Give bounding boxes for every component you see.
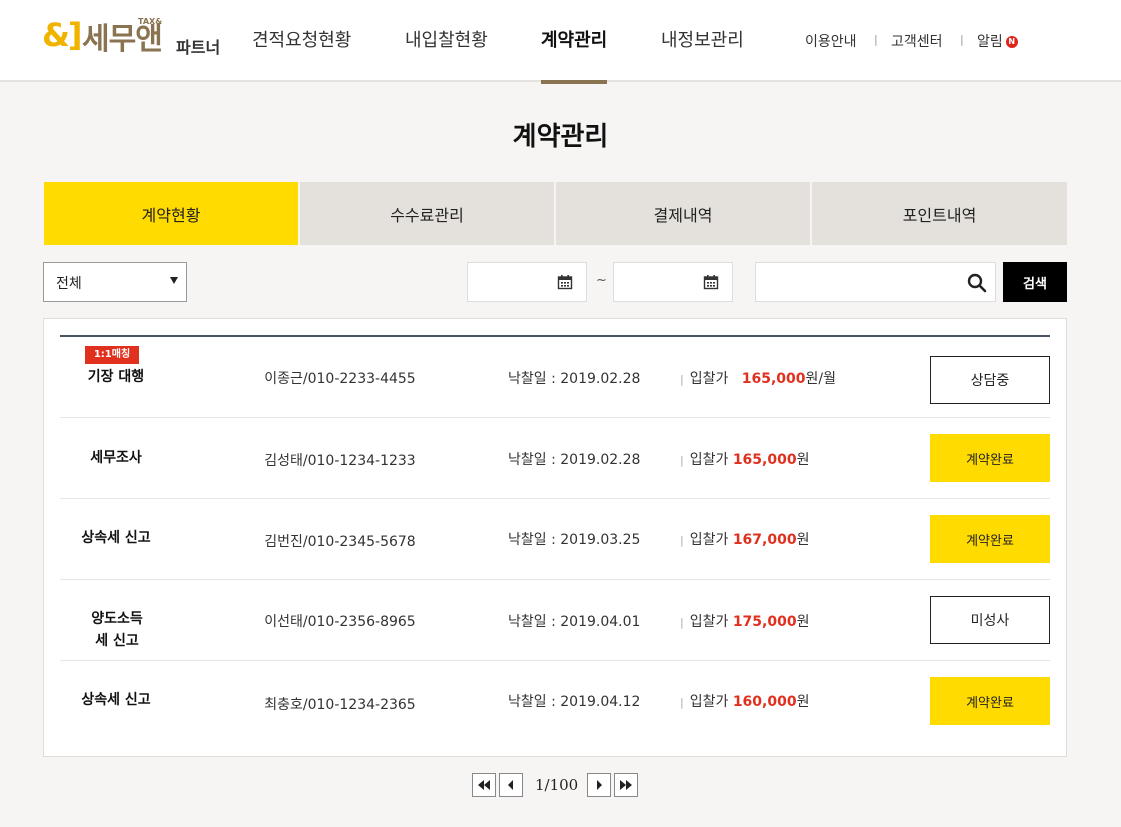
double-chevron-left-icon	[478, 780, 490, 790]
chevron-right-icon	[597, 780, 602, 790]
status-filter-value: 전체	[56, 276, 82, 292]
award-date: 낙찰일 : 2019.02.28	[508, 371, 641, 387]
page-title: 계약관리	[512, 122, 609, 152]
award-date: 낙찰일 : 2019.03.25	[508, 532, 641, 548]
search-input[interactable]	[755, 262, 996, 302]
top-header: &] 세무앤 TAX& 파트너 견적요청현황 내입찰현황 계약관리 내정보관리 …	[0, 0, 1121, 84]
calendar-icon	[703, 275, 719, 290]
award-date: 낙찰일 : 2019.04.12	[508, 694, 641, 710]
util-separator: |	[960, 33, 964, 46]
nav-active-underline	[541, 80, 608, 84]
status-button-contract-complete[interactable]: 계약완료	[930, 434, 1050, 482]
page-indicator: 1/100	[535, 776, 579, 794]
alarm-new-badge: N	[1005, 36, 1018, 48]
status-filter-select[interactable]: 전체	[43, 262, 187, 302]
status-button-contract-complete[interactable]: 계약완료	[930, 677, 1050, 725]
service-name: 양도소득세 신고	[91, 611, 143, 649]
bid-price: | 입찰가 175,000원	[680, 614, 810, 630]
contract-row: 상속세 신고 김번진/010-2345-5678 낙찰일 : 2019.03.2…	[60, 499, 1050, 580]
bid-amount: 175,000	[732, 614, 797, 630]
alarm-label: 알림	[977, 34, 1003, 50]
date-range-separator: ~	[596, 273, 607, 288]
match-type-badge: 1:1매칭	[85, 346, 139, 364]
next-page-button[interactable]	[587, 773, 611, 797]
client-contact: 최충호/010-1234-2365	[264, 697, 416, 713]
sub-tabs: 계약현황 수수료관리 결제내역 포인트내역	[44, 182, 1067, 245]
brand-logo[interactable]: &] 세무앤 TAX& 파트너	[42, 14, 232, 58]
contract-row: 세무조사 김성태/010-1234-1233 낙찰일 : 2019.02.28 …	[60, 418, 1050, 499]
contract-row: 1:1매칭 기장 대행 이종근/010-2233-4455 낙찰일 : 2019…	[60, 337, 1050, 418]
bid-price: | 입찰가 167,000원	[680, 532, 810, 548]
bid-amount: 165,000	[741, 371, 806, 387]
award-date: 낙찰일 : 2019.04.01	[508, 614, 641, 630]
date-from-input[interactable]	[467, 262, 587, 302]
service-name: 기장 대행	[87, 369, 145, 385]
status-button-contract-complete[interactable]: 계약완료	[930, 515, 1050, 563]
tab-payment-history[interactable]: 결제내역	[556, 182, 810, 245]
service-name: 상속세 신고	[81, 692, 151, 708]
service-name: 세무조사	[90, 450, 142, 466]
service-name: 상속세 신고	[81, 530, 151, 546]
date-to-input[interactable]	[613, 262, 733, 302]
nav-item-my-bids[interactable]: 내입찰현황	[405, 26, 488, 82]
tab-fee-management[interactable]: 수수료관리	[300, 182, 554, 245]
search-icon[interactable]	[967, 273, 987, 293]
util-link-support[interactable]: 고객센터	[891, 31, 943, 51]
prev-page-button[interactable]	[499, 773, 523, 797]
double-chevron-right-icon	[620, 780, 632, 790]
bid-amount: 167,000	[732, 532, 797, 548]
calendar-icon	[557, 275, 573, 290]
nav-item-quote-requests[interactable]: 견적요청현황	[252, 26, 351, 82]
nav-item-my-info[interactable]: 내정보관리	[661, 26, 744, 82]
bid-amount: 160,000	[732, 694, 797, 710]
chevron-left-icon	[508, 780, 513, 790]
util-separator: |	[874, 33, 878, 46]
status-button-not-concluded[interactable]: 미성사	[930, 596, 1050, 644]
contract-list: 1:1매칭 기장 대행 이종근/010-2233-4455 낙찰일 : 2019…	[43, 318, 1067, 757]
first-page-button[interactable]	[472, 773, 496, 797]
bid-price: | 입찰가 165,000원/월	[680, 371, 836, 387]
bid-amount: 165,000	[732, 452, 797, 468]
bid-price: | 입찰가 160,000원	[680, 694, 810, 710]
contract-row: 양도소득세 신고 이선태/010-2356-8965 낙찰일 : 2019.04…	[60, 580, 1050, 661]
brand-subtitle: 파트너	[176, 38, 221, 57]
contract-row: 상속세 신고 최충호/010-1234-2365 낙찰일 : 2019.04.1…	[60, 661, 1050, 742]
tab-point-history[interactable]: 포인트내역	[812, 182, 1067, 245]
tab-contract-status[interactable]: 계약현황	[44, 182, 298, 245]
brand-tax-mark: TAX&	[138, 17, 163, 26]
search-button[interactable]: 검색	[1003, 262, 1067, 302]
brand-logo-mark: &]	[42, 16, 83, 54]
client-contact: 이종근/010-2233-4455	[264, 371, 416, 387]
util-link-guide[interactable]: 이용안내	[805, 31, 857, 51]
util-link-alarm[interactable]: 알림 N	[977, 31, 1018, 51]
bid-price: | 입찰가 165,000원	[680, 452, 810, 468]
last-page-button[interactable]	[614, 773, 638, 797]
status-button-consulting[interactable]: 상담중	[930, 356, 1050, 404]
nav-item-contracts[interactable]: 계약관리	[541, 26, 608, 84]
client-contact: 김번진/010-2345-5678	[264, 534, 416, 550]
client-contact: 이선태/010-2356-8965	[264, 614, 416, 630]
client-contact: 김성태/010-1234-1233	[264, 453, 416, 469]
dropdown-arrow-icon	[170, 277, 178, 284]
award-date: 낙찰일 : 2019.02.28	[508, 452, 641, 468]
